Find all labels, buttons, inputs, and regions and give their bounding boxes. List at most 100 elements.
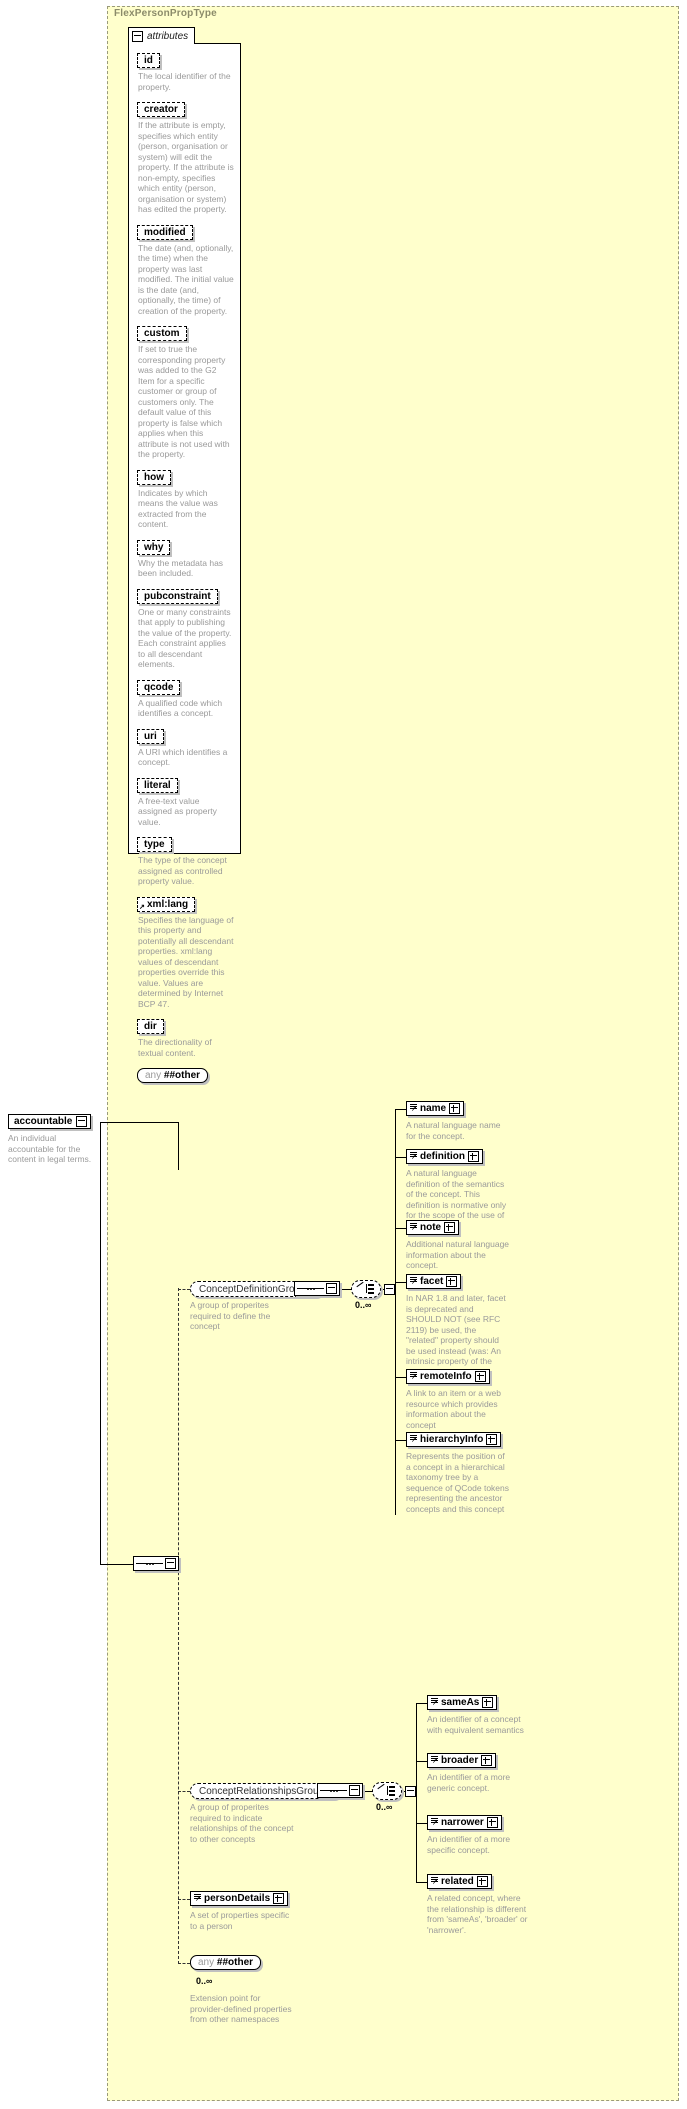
connector-line <box>100 1122 178 1123</box>
attribute-item[interactable]: creator If the attribute is empty, speci… <box>137 99 235 215</box>
branch-stub <box>178 1963 190 1964</box>
any-keyword: any <box>198 1957 215 1968</box>
attribute-doc: A URI which identifies a concept. <box>138 746 228 768</box>
attribute-chip[interactable]: how <box>137 469 171 485</box>
cardinality-definition: 0..∞ <box>355 1300 372 1310</box>
sequence-connector-main[interactable] <box>133 1556 179 1571</box>
attribute-chip[interactable]: custom <box>137 326 187 341</box>
element-sameas[interactable]: ↗ sameAs <box>427 1695 498 1710</box>
connector-line <box>100 1564 133 1565</box>
element-note[interactable]: ↗ note <box>406 1220 460 1235</box>
expand-plus-icon[interactable] <box>486 1434 498 1445</box>
element-definition-label: definition <box>420 1151 465 1162</box>
attribute-chip[interactable]: id <box>137 53 160 68</box>
expand-plus-icon[interactable] <box>468 1151 479 1162</box>
element-broader-label: broader <box>441 1755 479 1766</box>
element-facet[interactable]: ↗ facet <box>406 1274 462 1289</box>
expand-plus-icon[interactable] <box>444 1222 456 1233</box>
expand-plus-icon[interactable] <box>449 1103 461 1114</box>
cardinality-any: 0..∞ <box>196 1976 213 1986</box>
collapse-minus-icon[interactable] <box>349 1785 360 1796</box>
attribute-item[interactable]: how Indicates by which means the value w… <box>137 467 235 530</box>
attribute-item[interactable]: qcode A qualified code which identifies … <box>137 677 235 719</box>
sequence-icon <box>295 1282 326 1295</box>
element-definition[interactable]: ↗ definition <box>406 1149 483 1164</box>
attribute-doc: The date (and, optionally, the time) whe… <box>138 242 234 316</box>
element-glyph-icon: ↗ <box>410 1277 417 1286</box>
attribute-any-item[interactable]: any ##other <box>137 1065 235 1083</box>
attribute-item[interactable]: ↗ xml:lang Specifies the language of this… <box>137 894 235 1010</box>
attribute-item[interactable]: why Why the metadata has been included. <box>137 537 235 579</box>
element-persondetails[interactable]: ↗ personDetails <box>190 1891 289 1906</box>
attribute-item[interactable]: modified The date (and, optionally, the … <box>137 222 235 317</box>
element-accountable[interactable]: accountable <box>8 1114 92 1129</box>
attribute-chip[interactable]: why <box>137 539 171 555</box>
attribute-item[interactable]: pubconstraint One or many constraints th… <box>137 586 235 670</box>
sequence-connector-relationships[interactable] <box>317 1783 363 1798</box>
element-related[interactable]: ↗ related <box>427 1874 492 1889</box>
element-hierarchyinfo-label: hierarchyInfo <box>420 1434 484 1445</box>
collapse-minus-icon[interactable] <box>132 30 143 42</box>
element-remoteinfo-label: remoteInfo <box>420 1371 472 1382</box>
attribute-doc: Why the metadata has been included. <box>138 557 224 579</box>
choice-connector-definition[interactable] <box>351 1280 395 1298</box>
attribute-chip[interactable]: modified <box>137 224 193 240</box>
element-remoteinfo[interactable]: ↗ remoteInfo <box>406 1369 490 1384</box>
attribute-chip[interactable]: literal <box>137 777 178 793</box>
attribute-chip[interactable]: dir <box>137 1019 164 1034</box>
element-broader[interactable]: ↗ broader <box>427 1753 497 1768</box>
element-accountable-label: accountable <box>14 1116 73 1127</box>
attribute-item[interactable]: id The local identifier of the property. <box>137 50 235 92</box>
attribute-chip[interactable]: uri <box>137 728 164 744</box>
element-facet-doc: In NAR 1.8 and later, facet is deprecate… <box>406 1293 506 1377</box>
reference-arrow-icon: ↗ <box>139 903 145 911</box>
expand-plus-icon[interactable] <box>486 1817 498 1828</box>
element-glyph-icon: ↗ <box>410 1372 417 1381</box>
expand-plus-icon[interactable] <box>481 1755 493 1766</box>
any-attribute-chip[interactable]: any ##other <box>137 1068 209 1083</box>
attribute-item[interactable]: dir The directionality of textual conten… <box>137 1016 235 1058</box>
choice-connector-relationships[interactable] <box>372 1782 416 1800</box>
attribute-chip[interactable]: pubconstraint <box>137 588 218 604</box>
branch-stub <box>178 1899 190 1900</box>
collapse-minus-icon[interactable] <box>384 1283 395 1295</box>
element-broader-doc: An identifier of a more generic concept. <box>427 1772 511 1793</box>
expand-plus-icon[interactable] <box>474 1371 486 1382</box>
collapse-minus-icon[interactable] <box>165 1558 176 1569</box>
element-sameas-doc: An identifier of a concept with equivale… <box>427 1714 524 1735</box>
complex-type-title: FlexPersonPropType <box>114 8 217 19</box>
collapse-minus-icon[interactable] <box>76 1116 88 1127</box>
expand-plus-icon[interactable] <box>446 1276 458 1287</box>
element-hierarchyinfo-doc: Represents the position of a concept in … <box>406 1451 510 1514</box>
attribute-chip[interactable]: creator <box>137 102 185 117</box>
element-hierarchyinfo[interactable]: ↗ hierarchyInfo <box>406 1432 502 1447</box>
attributes-list: id The local identifier of the property.… <box>128 43 241 1083</box>
group-concept-definition-label: ConceptDefinitionGroup <box>199 1283 306 1295</box>
group-concept-definition-doc: A group of properites required to define… <box>190 1300 271 1331</box>
attribute-chip[interactable]: type <box>137 837 172 852</box>
element-name[interactable]: ↗ name <box>406 1101 465 1116</box>
attribute-chip-label: xml:lang <box>147 898 189 910</box>
sequence-connector-definition[interactable] <box>294 1281 340 1296</box>
attribute-item[interactable]: uri A URI which identifies a concept. <box>137 726 235 768</box>
element-narrower[interactable]: ↗ narrower <box>427 1815 502 1830</box>
attribute-chip[interactable]: ↗ xml:lang <box>137 896 196 912</box>
branch-spine <box>416 1703 417 1883</box>
expand-plus-icon[interactable] <box>476 1876 488 1887</box>
expand-plus-icon[interactable] <box>482 1697 494 1708</box>
attribute-item[interactable]: custom If set to true the corresponding … <box>137 323 235 460</box>
element-narrower-label: narrower <box>441 1817 484 1828</box>
element-accountable-doc: An individual accountable for the conten… <box>8 1133 92 1164</box>
element-glyph-icon: ↗ <box>410 1152 417 1161</box>
element-persondetails-label: personDetails <box>204 1893 271 1904</box>
branch-stub <box>178 1791 190 1792</box>
attribute-chip[interactable]: qcode <box>137 679 181 695</box>
expand-plus-icon[interactable] <box>273 1893 285 1904</box>
attribute-item[interactable]: type The type of the concept assigned as… <box>137 834 235 887</box>
any-element-chip[interactable]: any ##other <box>190 1955 262 1970</box>
element-name-doc: A natural language name for the concept. <box>406 1120 501 1141</box>
collapse-minus-icon[interactable] <box>405 1785 416 1797</box>
attribute-item[interactable]: literal A free-text value assigned as pr… <box>137 775 235 828</box>
collapse-minus-icon[interactable] <box>326 1283 337 1294</box>
attributes-section-header[interactable]: attributes <box>128 27 196 44</box>
